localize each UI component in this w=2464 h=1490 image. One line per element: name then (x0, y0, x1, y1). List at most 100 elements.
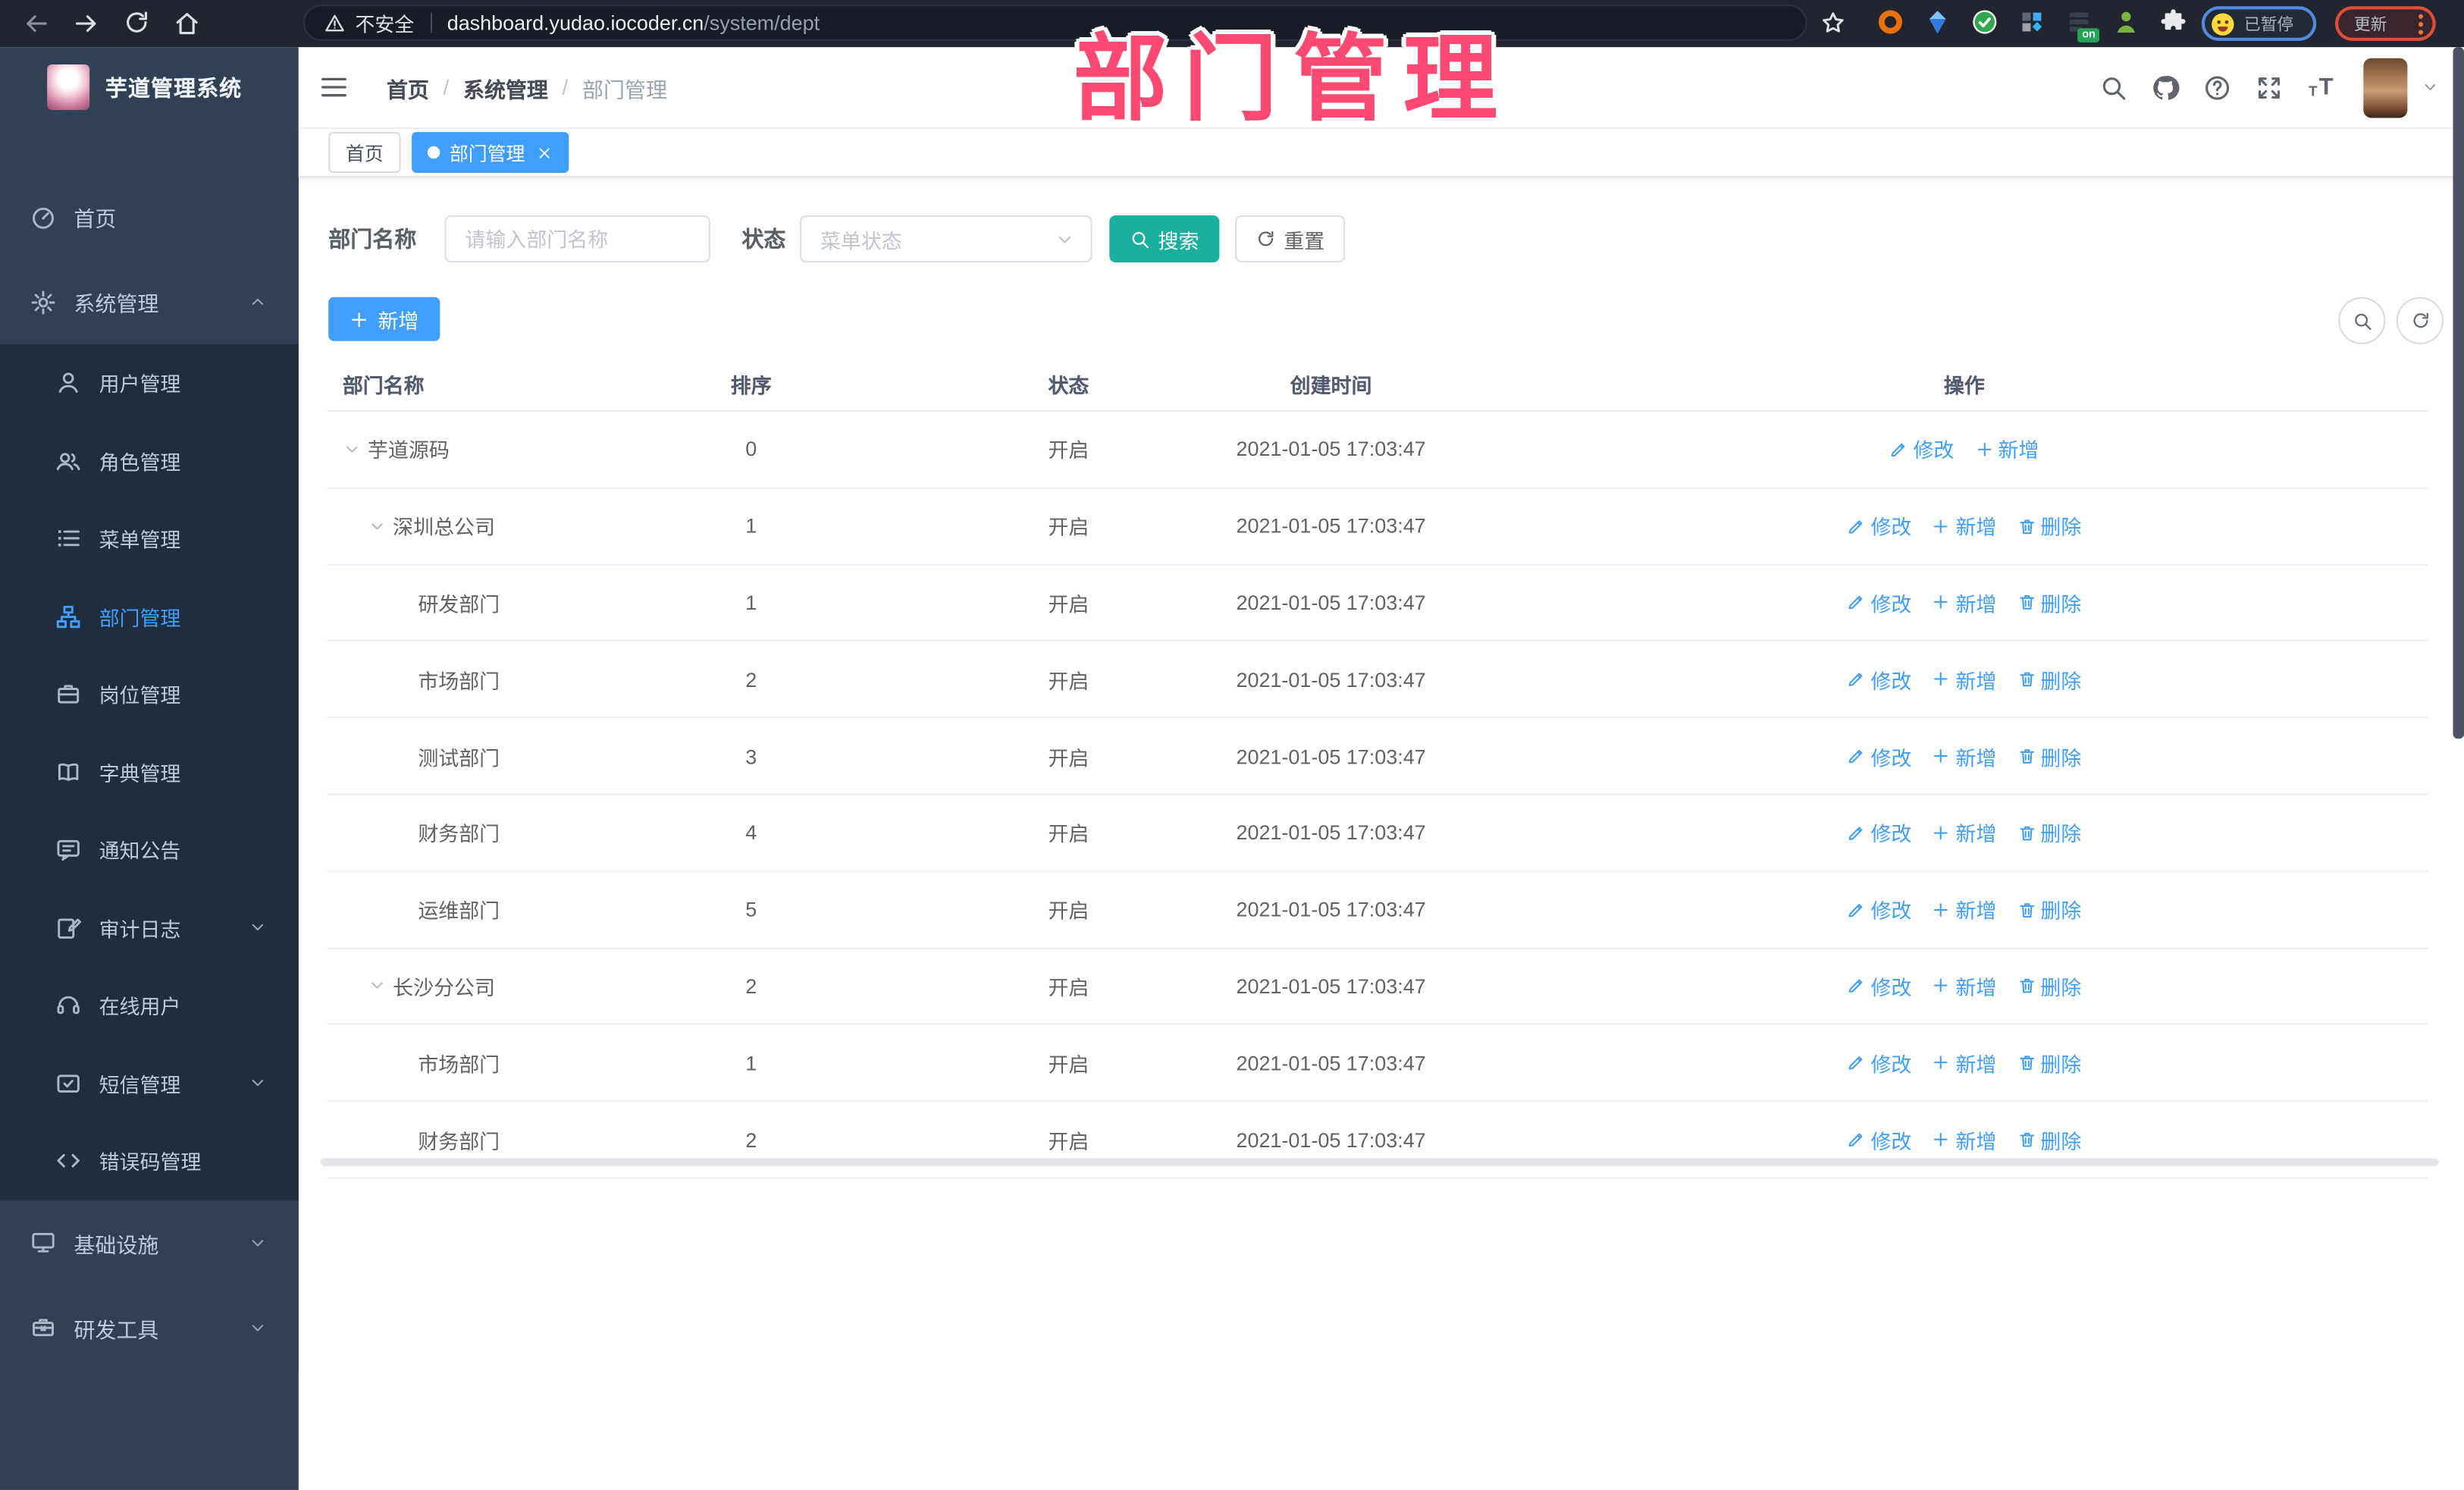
row-edit-link[interactable]: 修改 (1847, 1125, 1911, 1154)
bookmark-star-icon[interactable] (1820, 9, 1846, 36)
back-icon[interactable] (22, 9, 50, 37)
tag-home[interactable]: 首页 (328, 132, 401, 173)
search-icon[interactable] (2099, 73, 2127, 101)
reset-button[interactable]: 重置 (1235, 215, 1346, 263)
row-add-link[interactable]: 新增 (1932, 818, 1996, 848)
row-delete-link[interactable]: 删除 (2017, 971, 2081, 1001)
row-add-link[interactable]: 新增 (1932, 895, 1996, 924)
dept-name-cell: 研发部门 (418, 592, 500, 616)
row-add-link[interactable]: 新增 (1932, 511, 1996, 541)
search-button[interactable]: 搜索 (1109, 215, 1220, 263)
row-add-link[interactable]: 新增 (1932, 1125, 1996, 1154)
book-icon (55, 759, 82, 786)
status-cell: 开启 (1048, 899, 1089, 924)
sidebar-item-sms[interactable]: 短信管理 (0, 1044, 299, 1122)
github-icon[interactable] (2152, 73, 2180, 101)
table-header-cell: 状态 (1048, 373, 1089, 397)
help-icon[interactable] (2203, 73, 2231, 101)
row-delete-link[interactable]: 删除 (2017, 511, 2081, 541)
pencil-icon (1847, 1053, 1866, 1072)
status-select[interactable]: 菜单状态 (800, 215, 1092, 263)
row-add-link[interactable]: 新增 (1932, 971, 1996, 1001)
tag-dept[interactable]: 部门管理 (412, 132, 569, 173)
tree-expand-icon[interactable] (368, 977, 387, 996)
dept-name-cell: 芋道源码 (327, 434, 526, 464)
sidebar-item-user[interactable]: 用户管理 (0, 343, 299, 422)
row-delete-link[interactable]: 删除 (2017, 1048, 2081, 1078)
tree-expand-icon[interactable] (343, 440, 362, 459)
extension-grid-icon[interactable] (2017, 8, 2045, 36)
address-bar[interactable]: 不安全 dashboard.yudao.iocoder.cn/system/de… (303, 5, 1807, 41)
row-delete-link[interactable]: 删除 (2017, 1125, 2081, 1154)
sidebar-item-post[interactable]: 岗位管理 (0, 655, 299, 733)
hamburger-icon[interactable] (319, 72, 349, 102)
row-edit-link[interactable]: 修改 (1847, 971, 1911, 1001)
refresh-table-button[interactable] (2396, 296, 2444, 344)
sidebar-item-home[interactable]: 首页 (0, 174, 299, 259)
row-add-link[interactable]: 新增 (1932, 741, 1996, 770)
trash-icon (2017, 900, 2036, 919)
toggle-search-button[interactable] (2338, 296, 2386, 344)
extension-orange-icon[interactable] (1876, 8, 1904, 36)
row-delete-link[interactable]: 删除 (2017, 818, 2081, 848)
extension-green-check-icon[interactable] (1970, 8, 1998, 36)
forward-icon[interactable] (72, 9, 100, 37)
profile-paused-chip[interactable]: 已暂停 (2201, 6, 2317, 41)
row-edit-link[interactable]: 修改 (1847, 588, 1911, 617)
reload-icon[interactable] (123, 9, 151, 37)
dept-name-input[interactable] (444, 215, 710, 263)
home-icon[interactable] (173, 9, 201, 37)
sidebar-item-notice[interactable]: 通知公告 (0, 811, 299, 889)
sidebar-item-system[interactable]: 系统管理 (0, 259, 299, 344)
row-delete-link[interactable]: 删除 (2017, 588, 2081, 617)
sidebar-logo[interactable]: 芋道管理系统 (0, 47, 299, 127)
breadcrumb-item[interactable]: 首页 (387, 71, 429, 102)
close-icon[interactable] (536, 144, 553, 162)
row-delete-link[interactable]: 删除 (2017, 664, 2081, 694)
row-edit-link[interactable]: 修改 (1847, 895, 1911, 924)
row-delete-link[interactable]: 删除 (2017, 895, 2081, 924)
row-edit-link[interactable]: 修改 (1847, 1048, 1911, 1078)
add-button[interactable]: 新增 (328, 296, 440, 341)
extension-blue-gem-icon[interactable] (1923, 8, 1951, 36)
active-dot-icon (427, 146, 440, 159)
extension-notes-on-icon[interactable]: on (2065, 8, 2100, 42)
browser-update-button[interactable]: 更新 (2335, 6, 2436, 41)
kebab-menu-icon[interactable] (2418, 13, 2424, 34)
row-add-link[interactable]: 新增 (1932, 664, 1996, 694)
sidebar-item-error-code[interactable]: 错误码管理 (0, 1121, 299, 1200)
vertical-scrollbar[interactable] (2453, 47, 2464, 739)
row-add-link[interactable]: 新增 (1974, 434, 2039, 464)
avatar[interactable] (2363, 57, 2408, 118)
sidebar-item-dev-tools[interactable]: 研发工具 (0, 1285, 299, 1370)
row-add-link[interactable]: 新增 (1932, 588, 1996, 617)
sidebar-item-dept[interactable]: 部门管理 (0, 577, 299, 656)
sidebar-item-infra[interactable]: 基础设施 (0, 1200, 299, 1285)
extension-green-user-icon[interactable] (2112, 8, 2140, 36)
row-edit-link[interactable]: 修改 (1889, 434, 1954, 464)
sidebar-item-label: 首页 (74, 207, 117, 231)
update-label: 更新 (2353, 14, 2387, 34)
plus-icon (1932, 1053, 1951, 1072)
sidebar-item-audit-log[interactable]: 审计日志 (0, 889, 299, 967)
row-edit-link[interactable]: 修改 (1847, 818, 1911, 848)
sidebar-item-dict[interactable]: 字典管理 (0, 732, 299, 811)
plus-icon (1932, 823, 1951, 842)
breadcrumb-item[interactable]: 系统管理 (463, 71, 548, 102)
tree-expand-icon[interactable] (368, 516, 387, 535)
row-add-link[interactable]: 新增 (1932, 1048, 1996, 1078)
sidebar-item-menu[interactable]: 菜单管理 (0, 500, 299, 578)
chevron-down-icon[interactable] (2422, 79, 2439, 96)
row-edit-link[interactable]: 修改 (1847, 664, 1911, 694)
horizontal-scrollbar[interactable] (320, 1158, 2439, 1166)
row-delete-link[interactable]: 删除 (2017, 741, 2081, 770)
row-edit-link[interactable]: 修改 (1847, 741, 1911, 770)
sidebar-item-role[interactable]: 角色管理 (0, 422, 299, 500)
table-row: 测试部门 3 开启 2021-01-05 17:03:47 修改 新增 删除 (327, 718, 2428, 795)
extensions-puzzle-icon[interactable] (2159, 8, 2187, 36)
row-edit-link[interactable]: 修改 (1847, 511, 1911, 541)
font-size-icon[interactable]: TT (2307, 73, 2335, 101)
extension-on-badge: on (2078, 28, 2100, 42)
fullscreen-icon[interactable] (2255, 73, 2283, 101)
sidebar-item-online-user[interactable]: 在线用户 (0, 966, 299, 1045)
